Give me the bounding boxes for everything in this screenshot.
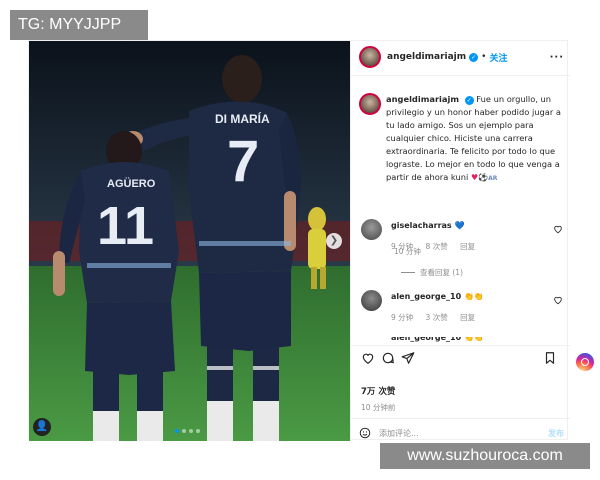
jersey-name-right: DI MARÍA xyxy=(215,111,270,126)
soccer-ball-emoji-icon: ⚽ xyxy=(478,173,489,182)
save-bookmark-icon[interactable] xyxy=(543,351,557,365)
comment-text: 👏👏 xyxy=(463,337,484,342)
post-time: 10 分钟前 xyxy=(361,403,396,412)
instagram-logo-icon[interactable] xyxy=(576,353,594,371)
author-avatar[interactable] xyxy=(359,46,381,68)
follow-button[interactable]: 关注 xyxy=(489,51,507,64)
commenter-avatar[interactable] xyxy=(361,219,382,240)
comment-likes[interactable]: 8 次赞 xyxy=(426,242,448,251)
comment-meta: 9 分钟 3 次赞 回复 xyxy=(391,312,485,323)
commenter-username[interactable]: alen_george_10 xyxy=(391,337,461,342)
share-icon[interactable] xyxy=(401,351,415,365)
reply-button[interactable]: 回复 xyxy=(460,313,475,322)
verified-badge-icon: ✓ xyxy=(469,52,479,62)
post-photo[interactable]: DI MARÍA 7 AGÜERO 11 ❯ 👤 xyxy=(29,41,350,441)
comment-time: 9 分钟 xyxy=(391,242,414,251)
reply-button[interactable]: 回复 xyxy=(460,242,475,251)
heart-outline-icon[interactable] xyxy=(553,224,563,234)
carousel-next-button[interactable]: ❯ xyxy=(326,233,342,249)
view-replies-label: 查看回复 (1) xyxy=(420,268,464,277)
action-bar xyxy=(359,351,564,367)
carousel-dot xyxy=(182,429,186,433)
commenter-username[interactable]: alen_george_10 xyxy=(391,292,461,301)
comment-likes[interactable]: 3 次赞 xyxy=(426,313,448,322)
carousel-dot xyxy=(175,429,179,433)
post-header: angeldimariajm ✓ • 关注 ··· xyxy=(359,46,564,68)
post-comment-button[interactable]: 发布 xyxy=(548,428,564,439)
comment-meta: 9 分钟 8 次赞 回复 xyxy=(391,241,485,252)
players-illustration: DI MARÍA 7 AGÜERO 11 xyxy=(29,41,350,441)
comment-text: 👏👏 xyxy=(463,292,484,301)
comment-text: 💙 xyxy=(454,221,465,230)
header-separator: • xyxy=(481,52,487,62)
argentina-flag-emoji-icon: AR xyxy=(488,175,498,182)
actions-divider xyxy=(351,345,570,346)
caption-username[interactable]: angeldimariajm xyxy=(386,94,459,104)
jersey-number-left: 11 xyxy=(97,196,154,256)
carousel-dot xyxy=(196,429,200,433)
replies-line xyxy=(401,272,415,273)
header-divider xyxy=(351,75,570,76)
more-options-icon[interactable]: ··· xyxy=(550,52,564,63)
carousel-dots xyxy=(175,429,200,433)
commenter-username[interactable]: giselacharras xyxy=(391,221,452,230)
comment-time: 9 分钟 xyxy=(391,313,414,322)
jersey-name-left: AGÜERO xyxy=(107,177,156,190)
caption-verified-badge-icon: ✓ xyxy=(464,96,474,105)
carousel-dot xyxy=(189,429,193,433)
comment-input[interactable]: 添加评论... xyxy=(379,428,548,439)
comment-item: alen_george_10 👏👏 xyxy=(359,337,564,345)
add-comment-bar: 添加评论... 发布 xyxy=(359,425,564,441)
jersey-number-right: 7 xyxy=(227,129,259,194)
heart-outline-icon[interactable] xyxy=(553,295,563,305)
commenter-avatar[interactable] xyxy=(361,290,382,311)
view-replies-button[interactable]: 查看回复 (1) xyxy=(401,267,463,278)
like-heart-icon[interactable] xyxy=(361,351,375,365)
caption-avatar[interactable] xyxy=(359,93,381,115)
comment-box-divider xyxy=(351,418,570,419)
comment-icon[interactable] xyxy=(381,351,395,365)
watermark-bottom-right: www.suzhouroca.com xyxy=(380,443,590,469)
likes-count[interactable]: 7万 次赞 xyxy=(361,385,395,397)
author-username[interactable]: angeldimariajm xyxy=(387,52,466,62)
tagged-user-icon[interactable]: 👤 xyxy=(33,418,51,436)
caption-body: Fue un orgullo, un privilegio y un honor… xyxy=(386,94,562,182)
instagram-post: DI MARÍA 7 AGÜERO 11 ❯ 👤 angeldimariajm … xyxy=(28,40,594,441)
caption-text-block: angeldimariajm ✓ Fue un orgullo, un priv… xyxy=(386,93,567,185)
watermark-top-left: TG: MYYJJPP xyxy=(10,10,148,40)
post-side-panel: angeldimariajm ✓ • 关注 ··· angeldimariajm… xyxy=(350,41,594,441)
emoji-picker-icon[interactable] xyxy=(359,427,371,439)
